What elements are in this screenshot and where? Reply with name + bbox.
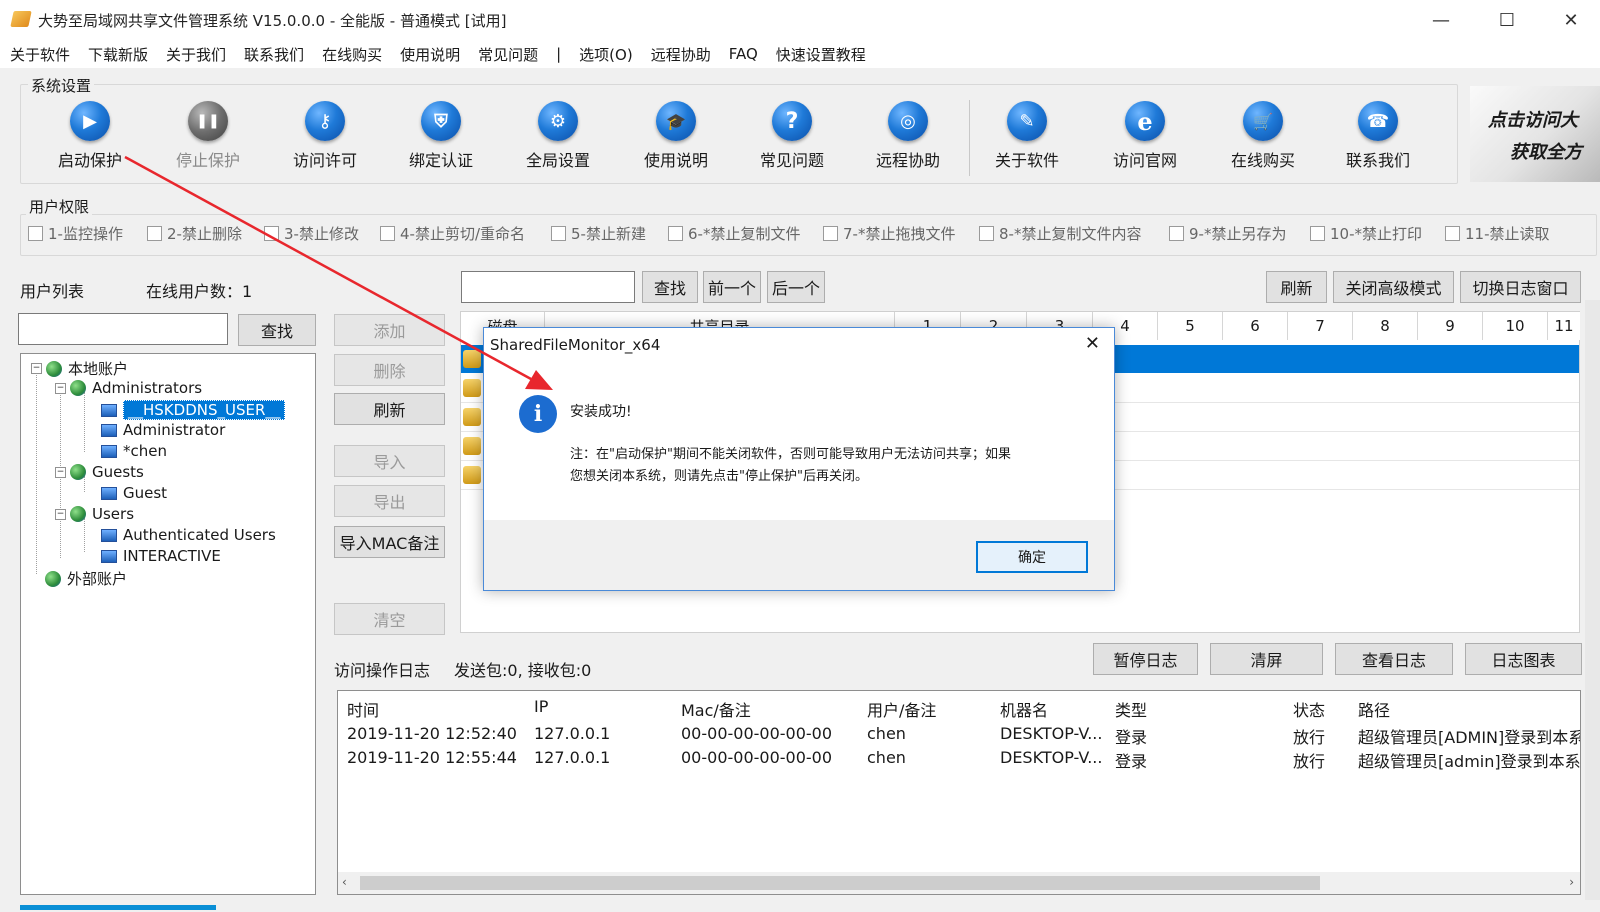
arrow-line [124, 155, 532, 381]
annotation-arrow [124, 155, 553, 390]
arrow-head [525, 370, 553, 390]
